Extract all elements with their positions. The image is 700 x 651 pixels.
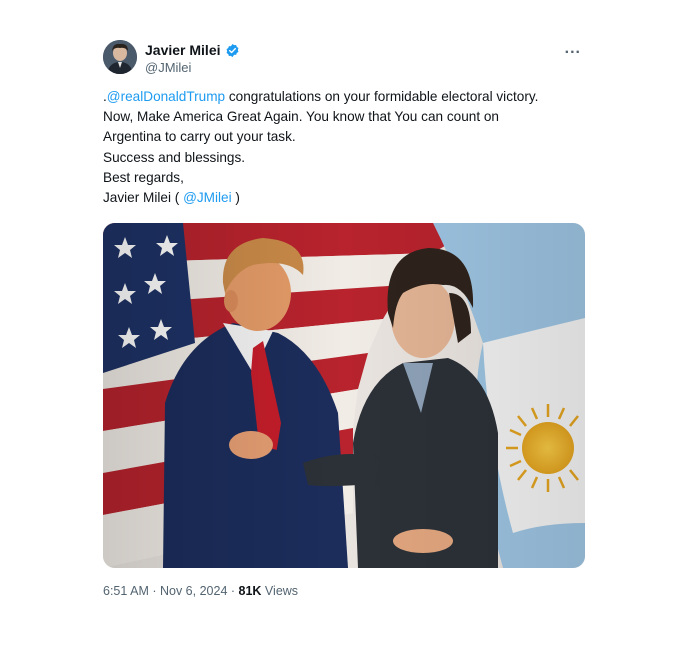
tweet-line-6-suffix: ): [231, 190, 240, 206]
views-count: 81K: [238, 584, 262, 599]
tweet-text: .@realDonaldTrump congratulations on you…: [103, 87, 585, 208]
tweet-line-1-rest: congratulations on your formidable elect…: [225, 89, 539, 104]
avatar[interactable]: [103, 40, 137, 74]
mention-link[interactable]: @JMilei: [183, 190, 232, 205]
name-row: Javier Milei: [145, 42, 240, 58]
meta-separator: ·: [148, 584, 160, 599]
tweet-photo[interactable]: [103, 223, 585, 569]
verified-badge-icon: [225, 43, 240, 58]
tweet-line-6: Javier Milei ( @JMilei ): [103, 188, 585, 208]
mention-link[interactable]: @realDonaldTrump: [107, 89, 225, 104]
tweet-line-1: .@realDonaldTrump congratulations on you…: [103, 87, 585, 107]
tweet-line-3: Argentina to carry out your task.: [103, 129, 296, 145]
meta-separator: ·: [227, 584, 239, 599]
tweet-line-4: Success and blessings.: [103, 149, 246, 165]
tweet-meta: 6:51 AM · Nov 6, 2024 · 81K Views: [103, 584, 585, 598]
tweet-line-6-prefix: Javier Milei (: [103, 190, 184, 206]
author-name[interactable]: Javier Milei: [145, 42, 221, 58]
tweet-header: Javier Milei @JMilei ...: [103, 38, 585, 78]
tweet-card: Javier Milei @JMilei ... .@realDonaldTru…: [103, 38, 585, 598]
tweet-line-5: Best regards,: [103, 169, 184, 185]
author-handle[interactable]: @JMilei: [145, 60, 191, 75]
views-label: Views: [261, 584, 299, 599]
tweet-time[interactable]: 6:51 AM: [103, 584, 149, 598]
tweet-date[interactable]: Nov 6, 2024: [160, 584, 227, 598]
more-options-icon[interactable]: ...: [565, 40, 581, 58]
tweet-line-2: Now, Make America Great Again. You know …: [103, 109, 499, 125]
